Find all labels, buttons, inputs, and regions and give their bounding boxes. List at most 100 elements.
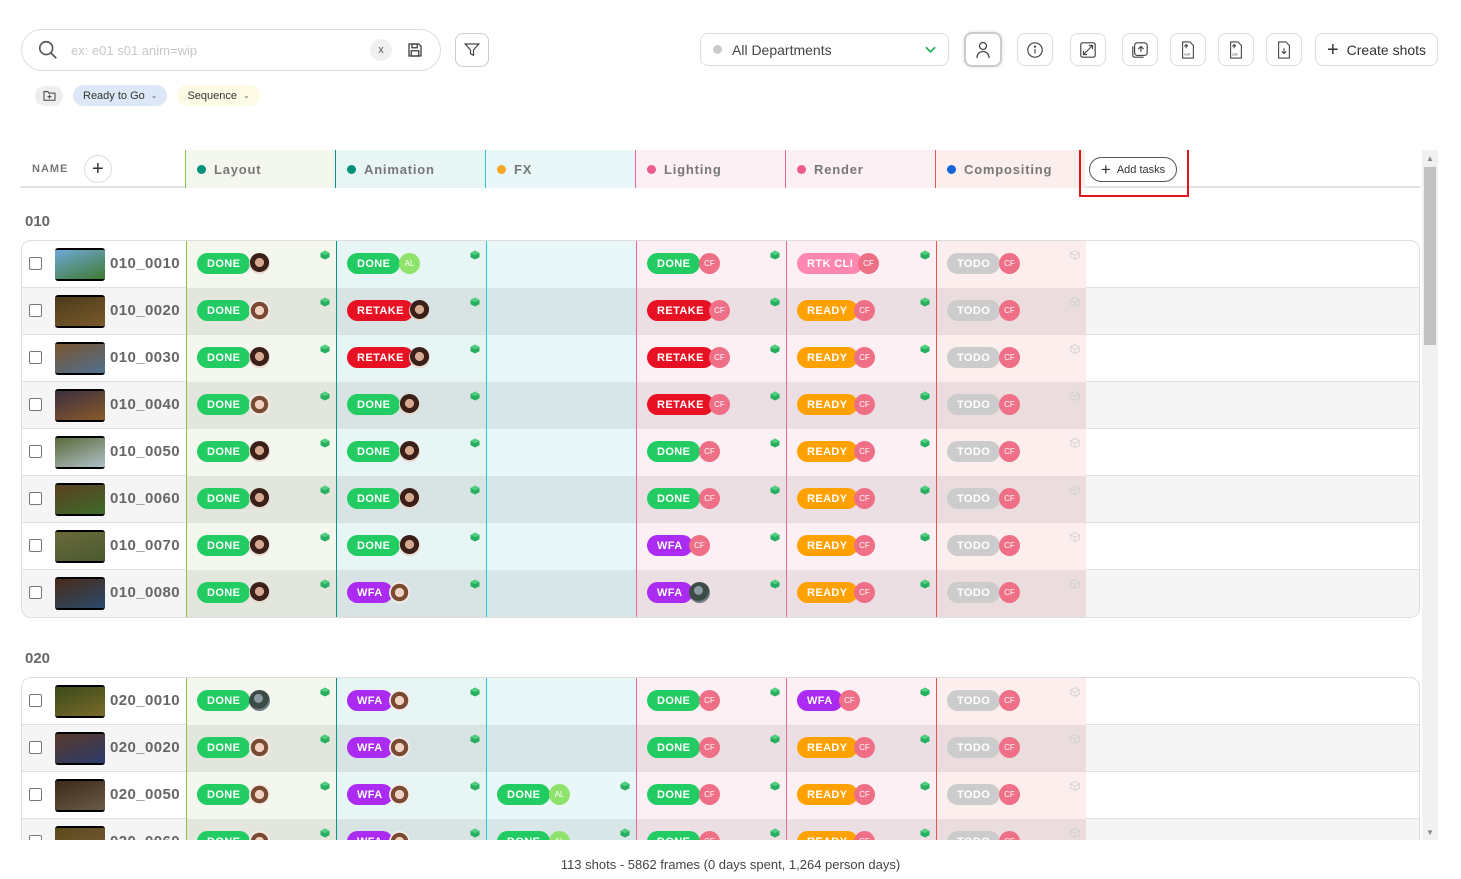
status-badge[interactable]: RETAKE (347, 347, 414, 368)
task-cell-animation[interactable]: DONE AL (336, 241, 486, 288)
task-cell-render[interactable]: RTK CLI CF (786, 241, 936, 288)
task-cell-lighting[interactable]: DONECF (636, 429, 786, 476)
task-cell-animation[interactable]: WFA (336, 819, 486, 840)
assignee-avatar[interactable] (389, 737, 410, 758)
shot-name[interactable]: 010_0060 (110, 490, 180, 507)
shot-name[interactable]: 010_0040 (110, 396, 180, 413)
task-cell-fx[interactable] (486, 335, 636, 382)
task-cell-animation[interactable]: WFA (336, 725, 486, 772)
status-badge[interactable]: DONE (347, 488, 401, 509)
task-cell-fx[interactable] (486, 476, 636, 523)
assignee-avatar[interactable] (249, 690, 270, 711)
status-badge[interactable]: DONE (347, 253, 401, 274)
save-search-icon[interactable] (406, 41, 424, 59)
status-badge[interactable]: WFA (347, 784, 393, 805)
row-checkbox[interactable] (29, 741, 42, 754)
task-cell-layout[interactable]: DONE (186, 570, 336, 617)
status-badge[interactable]: WFA (797, 690, 843, 711)
status-badge[interactable]: DONE (197, 488, 251, 509)
shot-name[interactable]: 010_0070 (110, 537, 180, 554)
status-badge[interactable]: TODO (947, 441, 1001, 462)
status-badge[interactable]: DONE (197, 253, 251, 274)
task-cell-lighting[interactable]: DONECF (636, 678, 786, 725)
assignee-avatar[interactable]: CF (999, 488, 1020, 509)
status-badge[interactable]: DONE (647, 831, 701, 840)
shot-name[interactable]: 010_0030 (110, 349, 180, 366)
status-badge[interactable]: DONE (647, 488, 701, 509)
assignee-avatar[interactable]: CF (999, 737, 1020, 758)
status-badge[interactable]: READY (797, 535, 858, 556)
scroll-down-arrow[interactable]: ▼ (1422, 824, 1438, 840)
task-cell-animation[interactable]: WFA (336, 678, 486, 725)
assignee-avatar[interactable]: CF (999, 394, 1020, 415)
scroll-up-arrow[interactable]: ▲ (1422, 150, 1438, 166)
assignee-avatar[interactable]: CF (999, 347, 1020, 368)
task-cell-render[interactable]: WFA CF (786, 678, 936, 725)
task-cell-animation[interactable]: RETAKE (336, 288, 486, 335)
assignee-avatar[interactable]: CF (999, 831, 1020, 840)
assignee-avatar[interactable] (409, 347, 430, 368)
vertical-scrollbar[interactable]: ▲ ▼ (1422, 150, 1438, 840)
task-cell-render[interactable]: READYCF (786, 523, 936, 570)
assignee-avatar[interactable]: CF (854, 831, 875, 840)
assignee-avatar[interactable] (249, 535, 270, 556)
status-badge[interactable]: READY (797, 394, 858, 415)
status-badge[interactable]: READY (797, 441, 858, 462)
task-cell-render[interactable]: READYCF (786, 725, 936, 772)
shot-thumbnail[interactable] (55, 389, 105, 422)
shot-thumbnail[interactable] (55, 530, 105, 563)
task-cell-lighting[interactable]: RETAKE CF (636, 382, 786, 429)
status-badge[interactable]: DONE (497, 784, 551, 805)
task-cell-compositing[interactable]: TODOCF (936, 335, 1086, 382)
task-cell-animation[interactable]: DONE (336, 476, 486, 523)
shot-thumbnail[interactable] (55, 436, 105, 469)
assignee-avatar[interactable]: CF (854, 300, 875, 321)
status-badge[interactable]: DONE (647, 253, 701, 274)
task-cell-render[interactable]: READYCF (786, 772, 936, 819)
status-badge[interactable]: DONE (197, 535, 251, 556)
assignee-avatar[interactable]: CF (854, 394, 875, 415)
column-header-lighting[interactable]: Lighting (635, 150, 785, 188)
task-cell-render[interactable]: READYCF (786, 382, 936, 429)
task-cell-animation[interactable]: RETAKE (336, 335, 486, 382)
task-cell-fx[interactable] (486, 288, 636, 335)
task-cell-compositing[interactable]: TODOCF (936, 476, 1086, 523)
save-filter-button[interactable] (35, 85, 63, 106)
assignee-avatar[interactable]: CF (854, 582, 875, 603)
status-badge[interactable]: RTK CLI (797, 253, 864, 274)
status-badge[interactable]: DONE (197, 394, 251, 415)
task-cell-compositing[interactable]: TODOCF (936, 772, 1086, 819)
column-header-compositing[interactable]: Compositing (935, 150, 1085, 188)
shot-thumbnail[interactable] (55, 483, 105, 516)
task-cell-fx[interactable] (486, 241, 636, 288)
column-header-fx[interactable]: FX (485, 150, 635, 188)
column-header-animation[interactable]: Animation (335, 150, 485, 188)
assignee-avatar[interactable] (249, 737, 270, 758)
task-cell-lighting[interactable]: DONECF (636, 725, 786, 772)
status-badge[interactable]: TODO (947, 737, 1001, 758)
row-checkbox[interactable] (29, 398, 42, 411)
status-badge[interactable]: READY (797, 488, 858, 509)
status-badge[interactable]: DONE (197, 737, 251, 758)
assignee-avatar[interactable] (249, 831, 270, 840)
status-badge[interactable]: RETAKE (647, 300, 714, 321)
row-checkbox[interactable] (29, 586, 42, 599)
assignee-avatar[interactable] (389, 582, 410, 603)
row-checkbox[interactable] (29, 835, 42, 840)
status-badge[interactable]: TODO (947, 582, 1001, 603)
row-checkbox[interactable] (29, 694, 42, 707)
shot-thumbnail[interactable] (55, 577, 105, 610)
task-cell-layout[interactable]: DONE (186, 678, 336, 725)
row-checkbox[interactable] (29, 492, 42, 505)
task-cell-lighting[interactable]: DONECF (636, 476, 786, 523)
task-cell-compositing[interactable]: TODOCF (936, 523, 1086, 570)
import-edl-button[interactable]: edl (1170, 33, 1206, 66)
task-cell-animation[interactable]: DONE (336, 382, 486, 429)
status-badge[interactable]: DONE (497, 831, 551, 840)
task-cell-animation[interactable]: DONE (336, 523, 486, 570)
assignee-avatar[interactable] (249, 394, 270, 415)
status-badge[interactable]: WFA (347, 690, 393, 711)
filter-button[interactable] (455, 33, 489, 67)
assignee-avatar[interactable]: CF (854, 347, 875, 368)
shot-name[interactable]: 020_0050 (110, 786, 180, 803)
